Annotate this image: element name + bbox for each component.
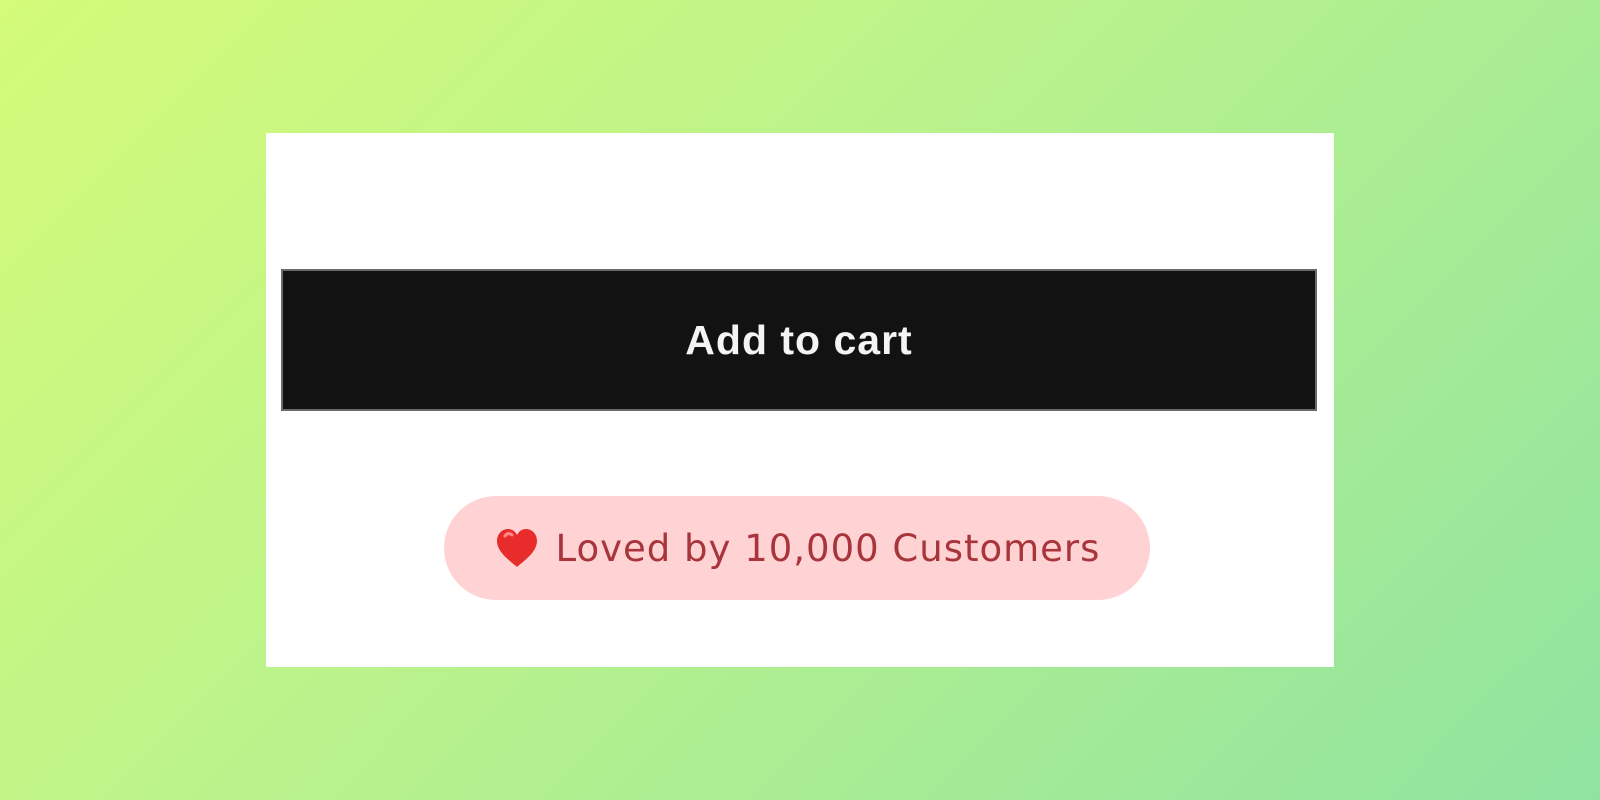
add-to-cart-button[interactable]: Add to cart <box>281 269 1317 411</box>
product-card: Add to cart Loved by 10,000 Customers <box>266 133 1334 667</box>
heart-icon <box>494 527 540 569</box>
customer-love-text: Loved by 10,000 Customers <box>555 526 1101 570</box>
customer-love-badge: Loved by 10,000 Customers <box>444 496 1150 600</box>
